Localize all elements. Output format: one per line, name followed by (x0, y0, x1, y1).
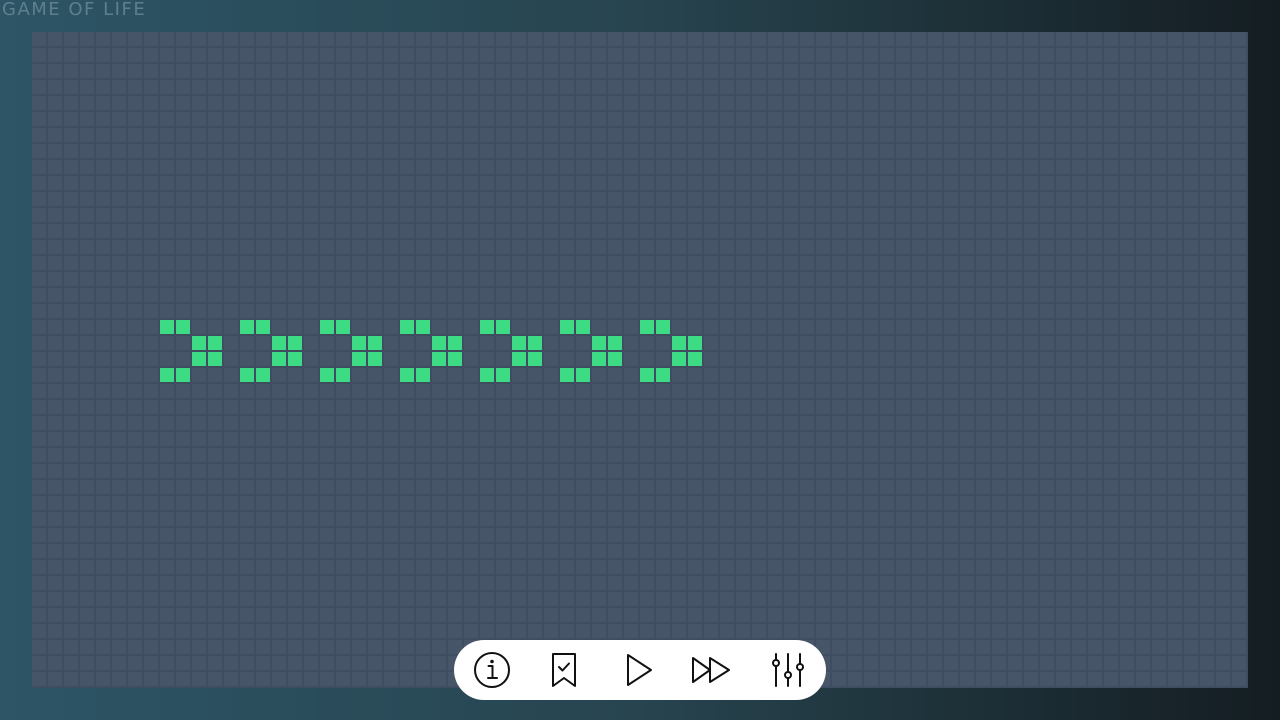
toolbar (454, 640, 826, 700)
live-cell[interactable] (288, 352, 302, 366)
settings-button[interactable] (768, 650, 808, 690)
live-cell[interactable] (640, 320, 654, 334)
info-button[interactable] (472, 650, 512, 690)
live-cell[interactable] (400, 368, 414, 382)
live-cell[interactable] (432, 352, 446, 366)
live-cell[interactable] (400, 320, 414, 334)
live-cell[interactable] (480, 368, 494, 382)
live-cell[interactable] (592, 336, 606, 350)
live-cell[interactable] (608, 336, 622, 350)
live-cell[interactable] (272, 336, 286, 350)
live-cell[interactable] (208, 352, 222, 366)
live-cell[interactable] (160, 320, 174, 334)
live-cell[interactable] (160, 368, 174, 382)
live-cell[interactable] (608, 352, 622, 366)
live-cell[interactable] (320, 368, 334, 382)
live-cell[interactable] (576, 368, 590, 382)
live-cell[interactable] (208, 336, 222, 350)
info-icon (474, 652, 510, 688)
live-cell[interactable] (528, 336, 542, 350)
live-cell[interactable] (448, 336, 462, 350)
saved-patterns-button[interactable] (544, 650, 584, 690)
live-cell[interactable] (256, 320, 270, 334)
live-cell[interactable] (192, 336, 206, 350)
live-cell[interactable] (640, 368, 654, 382)
live-cell[interactable] (336, 368, 350, 382)
live-cell[interactable] (480, 320, 494, 334)
live-cell[interactable] (352, 336, 366, 350)
live-cell[interactable] (592, 352, 606, 366)
live-cell[interactable] (240, 368, 254, 382)
live-cell[interactable] (688, 352, 702, 366)
bookmark-check-icon (552, 653, 576, 687)
live-cell[interactable] (656, 368, 670, 382)
live-cell[interactable] (512, 336, 526, 350)
live-cell[interactable] (496, 368, 510, 382)
live-cell[interactable] (656, 320, 670, 334)
fast-forward-icon (692, 657, 730, 683)
play-button[interactable] (618, 650, 658, 690)
live-cell[interactable] (320, 320, 334, 334)
game-board[interactable] (32, 32, 1248, 688)
live-cell[interactable] (176, 320, 190, 334)
live-cell[interactable] (192, 352, 206, 366)
live-cell[interactable] (176, 368, 190, 382)
live-cell[interactable] (688, 336, 702, 350)
live-cell[interactable] (432, 336, 446, 350)
live-cell[interactable] (240, 320, 254, 334)
live-cell[interactable] (272, 352, 286, 366)
live-cell[interactable] (672, 352, 686, 366)
live-cell[interactable] (576, 320, 590, 334)
live-cell[interactable] (336, 320, 350, 334)
live-cell[interactable] (560, 368, 574, 382)
fast-forward-button[interactable] (691, 650, 731, 690)
play-icon (627, 654, 652, 686)
live-cell[interactable] (560, 320, 574, 334)
live-cell[interactable] (368, 352, 382, 366)
live-cell[interactable] (416, 368, 430, 382)
live-cell[interactable] (528, 352, 542, 366)
live-cell[interactable] (416, 320, 430, 334)
live-cell[interactable] (368, 336, 382, 350)
live-cell[interactable] (672, 336, 686, 350)
live-cell[interactable] (512, 352, 526, 366)
live-cell[interactable] (352, 352, 366, 366)
sliders-icon (772, 653, 804, 687)
live-cell[interactable] (288, 336, 302, 350)
live-cell[interactable] (448, 352, 462, 366)
app-title: GAME OF LIFE (2, 0, 147, 20)
live-cell[interactable] (496, 320, 510, 334)
live-cell[interactable] (256, 368, 270, 382)
